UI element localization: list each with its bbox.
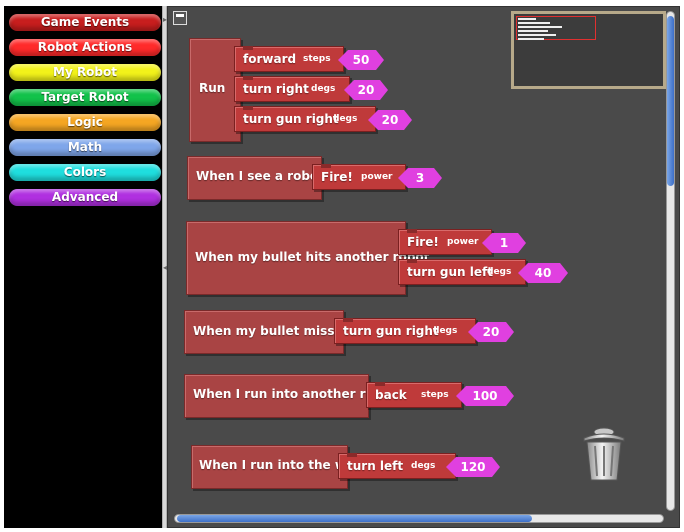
- category-game-events[interactable]: Game Events: [9, 14, 161, 31]
- hat-block-bullet-misses[interactable]: When my bullet misses: [184, 310, 350, 354]
- app-frame: Game Events Robot Actions My Robot Targe…: [0, 0, 684, 532]
- minimap-block: [518, 18, 536, 20]
- value-input[interactable]: 20: [344, 80, 388, 100]
- category-target-robot[interactable]: Target Robot: [9, 89, 161, 106]
- value-input[interactable]: 100: [456, 386, 514, 406]
- hat-block-run-into-wall[interactable]: When I run into the wall: [191, 445, 362, 489]
- value-input[interactable]: 50: [338, 50, 384, 70]
- command-block[interactable]: Fire! power: [312, 164, 406, 190]
- param-label: degs: [433, 326, 458, 336]
- param-label: steps: [303, 54, 331, 64]
- command-label: turn right: [243, 82, 309, 96]
- value-input[interactable]: 120: [446, 457, 500, 477]
- hat-block-see-robot[interactable]: When I see a robot: [187, 156, 324, 200]
- hat-label: Run: [199, 81, 226, 95]
- command-label: Fire!: [407, 235, 439, 249]
- minimap-block: [518, 26, 562, 28]
- command-block[interactable]: Fire! power: [398, 229, 492, 255]
- param-label: steps: [421, 390, 449, 400]
- category-logic[interactable]: Logic: [9, 114, 161, 131]
- vertical-scrollbar[interactable]: [666, 11, 675, 511]
- command-label: turn gun right: [243, 112, 339, 126]
- command-label: back: [375, 388, 407, 402]
- minimap-block: [518, 22, 550, 24]
- hat-label: When my bullet misses: [193, 324, 350, 338]
- command-label: Fire!: [321, 170, 353, 184]
- horizontal-scrollbar[interactable]: [174, 514, 664, 523]
- param-label: degs: [411, 461, 436, 471]
- command-label: turn gun right: [343, 324, 439, 338]
- command-label: forward: [243, 52, 297, 66]
- collapse-icon[interactable]: [173, 11, 187, 25]
- value-input[interactable]: 40: [518, 263, 568, 283]
- minimap-block: [518, 30, 548, 32]
- param-label: power: [361, 172, 393, 182]
- command-label: turn gun left: [407, 265, 493, 279]
- category-math[interactable]: Math: [9, 139, 161, 156]
- param-label: power: [447, 237, 479, 247]
- command-block[interactable]: turn gun right degs: [234, 106, 376, 132]
- hat-block-run-into-robot[interactable]: When I run into another robot: [184, 374, 396, 418]
- block-palette: Game Events Robot Actions My Robot Targe…: [4, 6, 162, 528]
- param-label: degs: [487, 267, 512, 277]
- param-label: degs: [333, 114, 358, 124]
- vertical-scroll-thumb[interactable]: [667, 16, 674, 186]
- command-block[interactable]: turn left degs: [338, 453, 456, 479]
- trash-can-icon[interactable]: [581, 424, 627, 482]
- hat-block-bullet-hits[interactable]: When my bullet hits another robot: [186, 221, 429, 295]
- command-block[interactable]: turn gun right degs: [334, 318, 476, 344]
- minimap-block: [518, 34, 556, 36]
- workspace-minimap[interactable]: [511, 11, 666, 89]
- horizontal-scroll-thumb[interactable]: [177, 515, 532, 522]
- command-block[interactable]: forward steps: [234, 46, 344, 72]
- command-label: turn left: [347, 459, 404, 473]
- hat-label: When my bullet hits another robot: [195, 250, 430, 264]
- command-block[interactable]: turn gun left degs: [398, 259, 526, 285]
- category-my-robot[interactable]: My Robot: [9, 64, 161, 81]
- hat-label: When I see a robot: [196, 169, 324, 183]
- param-label: degs: [311, 84, 336, 94]
- command-block[interactable]: turn right degs: [234, 76, 350, 102]
- category-colors[interactable]: Colors: [9, 164, 161, 181]
- category-advanced[interactable]: Advanced: [9, 189, 161, 206]
- block-workspace[interactable]: Run forward steps 50 turn right degs 20 …: [167, 6, 680, 528]
- minimap-block: [518, 38, 544, 40]
- category-robot-actions[interactable]: Robot Actions: [9, 39, 161, 56]
- command-block[interactable]: back steps: [366, 382, 462, 408]
